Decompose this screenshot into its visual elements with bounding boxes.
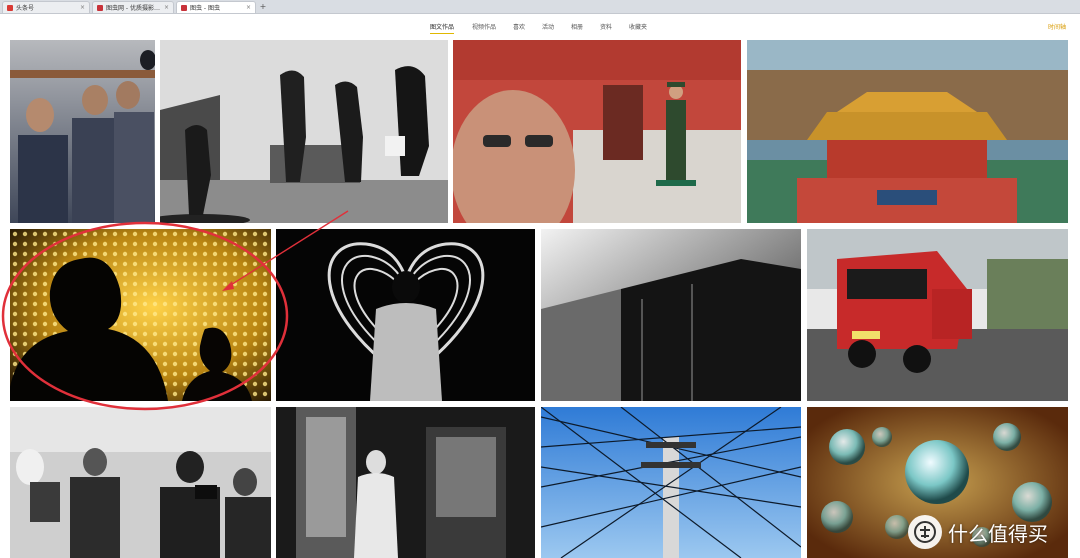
forbidden-city-image (747, 40, 1068, 223)
photo-power-pole[interactable] (541, 407, 801, 558)
photo-doorway[interactable] (276, 407, 535, 558)
toutiao-favicon-icon (7, 4, 13, 11)
browser-tab-3[interactable]: 图虫 - 图虫 × (176, 1, 256, 13)
watermark: 什么值得买 (908, 512, 1078, 552)
watermark-text: 什么值得买 (948, 521, 1048, 546)
tab-label: 图虫网 - 优质摄影师交流社区 (106, 5, 161, 12)
photo-photographers[interactable] (10, 407, 271, 558)
tab-albums[interactable]: 相册 (571, 22, 583, 31)
tab-label: 头条号 (16, 5, 35, 12)
photo-bokeh-silhouettes[interactable] (10, 229, 271, 401)
tab-works[interactable]: 图文作品 (430, 22, 455, 34)
tab-close-icon[interactable]: × (80, 4, 85, 11)
photo-light-heart[interactable] (276, 229, 535, 401)
browser-tab-1[interactable]: 头条号 × (2, 1, 90, 13)
photo-bw-architecture[interactable] (541, 229, 801, 401)
photo-forbidden-city[interactable] (747, 40, 1068, 223)
tab-events[interactable]: 活动 (542, 22, 554, 31)
guard-image (453, 40, 741, 223)
photo-red-tuktuk[interactable] (807, 229, 1068, 401)
browser-tab-strip: 头条号 × 图虫网 - 优质摄影师交流社区 × 图虫 - 图虫 × + (0, 0, 1080, 14)
tab-likes[interactable]: 喜欢 (513, 22, 525, 31)
tab-label: 图虫 - 图虫 (190, 5, 220, 12)
photo-guard[interactable] (453, 40, 741, 223)
tab-videos[interactable]: 视频作品 (472, 22, 496, 31)
tuchong-favicon-icon (97, 4, 103, 11)
profile-nav: 图文作品 视频作品 喜欢 活动 相册 资料 收藏夹 时间轴 (0, 14, 1080, 38)
power-pole-image (541, 407, 801, 558)
doorway-image (276, 407, 535, 558)
browser-tab-2[interactable]: 图虫网 - 优质摄影师交流社区 × (92, 1, 174, 13)
tab-close-icon[interactable]: × (246, 4, 251, 11)
gate-walkers-image (160, 40, 448, 223)
tab-close-icon[interactable]: × (164, 4, 169, 11)
tuchong-favicon-icon (181, 4, 187, 11)
tab-favorites[interactable]: 收藏夹 (629, 22, 647, 31)
timeline-link[interactable]: 时间轴 (1048, 22, 1066, 31)
light-heart-image (276, 229, 535, 401)
crowd-image (10, 40, 155, 223)
photographers-image (10, 407, 271, 558)
architecture-image (541, 229, 801, 401)
photo-crowd[interactable] (10, 40, 155, 223)
photo-gate-walkers[interactable] (160, 40, 448, 223)
new-tab-button[interactable]: + (258, 2, 268, 11)
zhi-logo-glyph (914, 521, 936, 543)
bokeh-image (10, 229, 271, 401)
tab-profile[interactable]: 资料 (600, 22, 612, 31)
tuktuk-image (807, 229, 1068, 401)
zhi-logo-icon (908, 515, 942, 549)
